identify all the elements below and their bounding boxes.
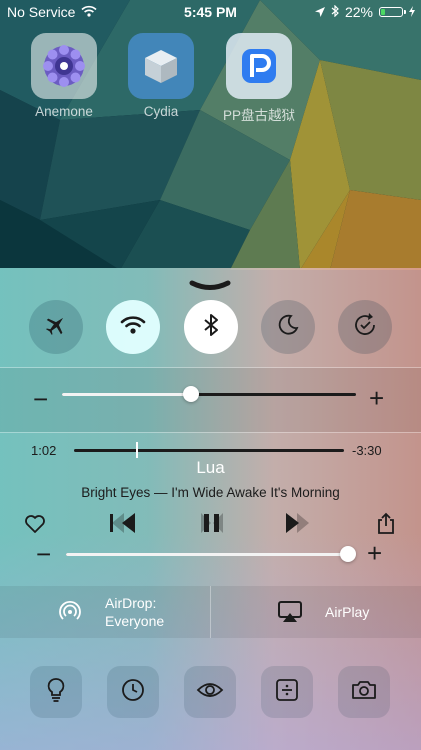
battery-icon: [379, 7, 406, 17]
app-anemone[interactable]: Anemone: [14, 33, 114, 119]
rotation-lock-toggle[interactable]: [338, 300, 392, 354]
bluetooth-status-icon: [331, 4, 339, 20]
song-artist-album: Bright Eyes — I'm Wide Awake It's Mornin…: [81, 485, 340, 500]
app-pp[interactable]: PP盘古越狱: [209, 33, 309, 124]
music-section: 1:02 -3:30: [0, 432, 421, 586]
toggle-row: [0, 300, 421, 354]
eye-icon: [196, 680, 224, 705]
anemone-icon: [31, 33, 97, 99]
airdrop-label: AirDrop:: [105, 595, 157, 611]
rotation-lock-icon: [352, 312, 378, 343]
heart-icon[interactable]: [24, 514, 46, 539]
charging-bolt-icon: [409, 4, 415, 20]
status-right: 22%: [314, 4, 415, 20]
battery-percent: 22%: [344, 4, 373, 20]
brightness-minus: −: [33, 384, 49, 414]
brightness-section: − +: [0, 368, 421, 432]
previous-track-icon[interactable]: [108, 511, 138, 540]
share-icon[interactable]: [376, 512, 396, 539]
scrub-bar[interactable]: [74, 442, 344, 458]
volume-plus: +: [367, 538, 383, 568]
airdrop-button[interactable]: AirDrop: Everyone: [0, 586, 210, 638]
airplane-icon: [43, 312, 69, 343]
airplay-icon: [277, 600, 303, 624]
app-cydia[interactable]: Cydia: [111, 33, 211, 119]
app-label-cydia: Cydia: [143, 104, 179, 119]
clock-button[interactable]: [107, 666, 159, 718]
flashlight-icon: [45, 677, 67, 708]
grabber-chevron-icon[interactable]: [188, 280, 232, 294]
camera-button[interactable]: [338, 666, 390, 718]
moon-icon: [276, 313, 300, 342]
control-center: − + 1:02 -3:30 Lua Bright Eyes — I'm Wid…: [0, 268, 421, 750]
do-not-disturb-toggle[interactable]: [261, 300, 315, 354]
scrub-position[interactable]: [136, 442, 138, 458]
next-track-icon[interactable]: [283, 511, 313, 540]
pp-icon: [226, 33, 292, 99]
wifi-icon: [120, 315, 146, 340]
elapsed-time: 1:02: [31, 443, 57, 458]
brightness-slider[interactable]: [62, 386, 356, 402]
volume-slider[interactable]: [66, 546, 356, 562]
status-bar: No Service 5:45 PM 22%: [0, 0, 421, 24]
utility-row: [0, 666, 421, 720]
location-arrow-icon: [314, 4, 325, 20]
camera-icon: [351, 679, 377, 706]
airplay-label: AirPlay: [325, 604, 370, 620]
volume-knob[interactable]: [340, 546, 356, 562]
volume-minus: −: [36, 539, 52, 569]
clock-icon: [121, 678, 145, 707]
brightness-plus: +: [369, 383, 385, 413]
calculator-icon: [275, 678, 299, 707]
app-label-pp: PP盘古越狱: [222, 108, 295, 123]
bluetooth-icon: [203, 313, 219, 342]
night-shift-button[interactable]: [184, 666, 236, 718]
airdrop-icon: [57, 599, 83, 625]
airdrop-airplay-row: AirDrop: Everyone AirPlay: [0, 586, 421, 638]
airplay-button[interactable]: AirPlay: [211, 586, 421, 638]
airdrop-status: Everyone: [105, 613, 165, 629]
brightness-knob[interactable]: [183, 386, 199, 402]
wifi-toggle[interactable]: [106, 300, 160, 354]
cydia-icon: [128, 33, 194, 99]
bluetooth-toggle[interactable]: [184, 300, 238, 354]
calculator-button[interactable]: [261, 666, 313, 718]
flashlight-button[interactable]: [30, 666, 82, 718]
airplane-mode-toggle[interactable]: [29, 300, 83, 354]
app-label-anemone: Anemone: [35, 104, 93, 119]
remaining-time: -3:30: [352, 443, 382, 458]
pause-play-icon[interactable]: [199, 511, 225, 540]
song-title: Lua: [196, 458, 225, 477]
